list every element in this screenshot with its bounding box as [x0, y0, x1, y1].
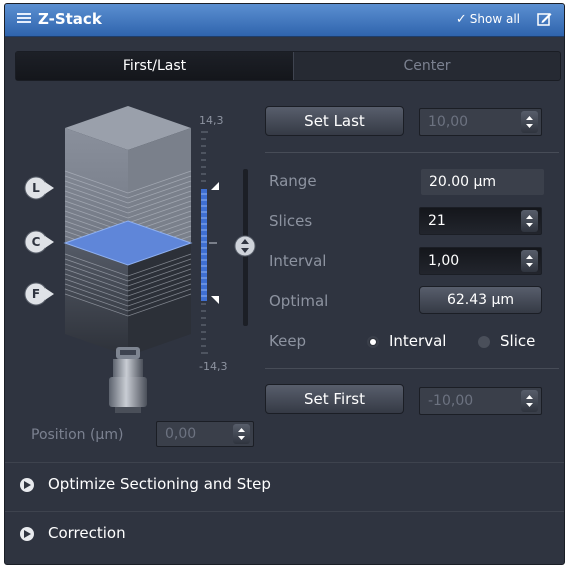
tab-first-last[interactable]: First/Last	[16, 52, 294, 80]
checkmark-icon: ✓	[455, 12, 467, 27]
scale-top-label: 14,3	[199, 114, 224, 127]
range-value: 20.00 µm	[421, 169, 544, 195]
marker-first[interactable]: F	[24, 282, 54, 306]
first-handle-icon[interactable]	[211, 296, 219, 304]
keep-interval-label[interactable]: Interval	[389, 332, 446, 350]
first-position-field: -10,00	[419, 387, 542, 415]
zstack-visualization: 14,3 -14,3 L C F	[24, 106, 256, 413]
range-label: Range	[269, 172, 317, 190]
interval-label: Interval	[269, 252, 327, 270]
position-stepper	[233, 424, 250, 444]
keep-slice-label[interactable]: Slice	[500, 332, 535, 350]
last-position-stepper	[521, 111, 538, 133]
marker-last-label: L	[32, 181, 40, 195]
interval-value: 1,00	[428, 253, 460, 269]
optimal-button[interactable]: 62.43 µm	[419, 286, 542, 314]
marker-first-label: F	[32, 287, 40, 301]
objective-icon	[109, 347, 147, 413]
first-position-value: -10,00	[428, 393, 474, 409]
set-first-button[interactable]: Set First	[265, 384, 404, 414]
first-position-stepper	[521, 390, 538, 412]
optimal-label: Optimal	[269, 292, 329, 310]
set-last-button[interactable]: Set Last	[265, 106, 404, 136]
keep-interval-radio[interactable]	[367, 336, 379, 348]
show-all-toggle[interactable]: ✓ Show all	[456, 12, 520, 27]
marker-last[interactable]: L	[24, 176, 54, 200]
position-value: 0,00	[165, 426, 197, 442]
marker-center-label: C	[32, 235, 41, 249]
last-handle-icon[interactable]	[211, 182, 219, 190]
panel-title: Z-Stack	[38, 10, 102, 28]
last-position-field: 10,00	[419, 108, 542, 136]
position-label: Position (µm)	[31, 427, 124, 443]
slices-field[interactable]: 21	[419, 207, 542, 235]
tab-center[interactable]: Center	[293, 52, 561, 80]
mode-tabs: First/Last Center	[15, 51, 561, 81]
marker-center[interactable]: C	[24, 230, 54, 254]
section-optimize-label: Optimize Sectioning and Step	[48, 475, 271, 493]
separator	[265, 152, 559, 153]
slices-stepper[interactable]	[521, 210, 538, 232]
zstack-panel: Z-Stack ✓ Show all First/Last Center 14,…	[4, 3, 565, 565]
expand-icon	[20, 478, 34, 492]
keep-label: Keep	[269, 332, 307, 350]
titlebar: Z-Stack ✓ Show all	[5, 4, 564, 37]
section-optimize[interactable]: Optimize Sectioning and Step	[5, 462, 564, 508]
section-correction[interactable]: Correction	[5, 511, 564, 557]
interval-stepper[interactable]	[521, 250, 538, 272]
last-position-value: 10,00	[428, 114, 469, 130]
scale-bottom-label: -14,3	[199, 360, 227, 373]
separator	[265, 368, 559, 369]
slices-label: Slices	[269, 212, 313, 230]
section-correction-label: Correction	[48, 524, 126, 542]
expand-icon	[20, 527, 34, 541]
keep-slice-radio[interactable]	[478, 336, 490, 348]
show-all-label: Show all	[469, 12, 520, 26]
slices-value: 21	[428, 213, 446, 229]
edit-icon[interactable]	[537, 12, 552, 27]
position-field: 0,00	[156, 421, 254, 447]
interval-field[interactable]: 1,00	[419, 247, 542, 275]
list-icon	[17, 13, 31, 27]
